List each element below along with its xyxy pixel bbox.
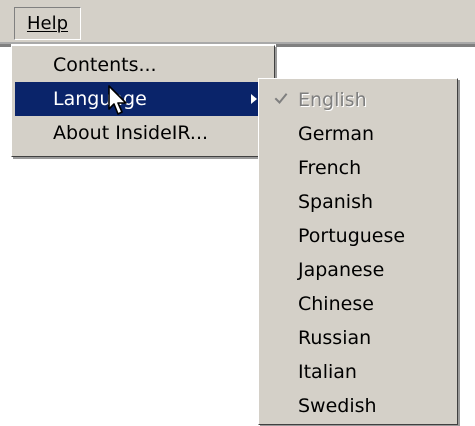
help-menu: Contents... Language About InsideIR... [11, 45, 275, 157]
submenu-item-label: Swedish [298, 395, 377, 417]
submenu-item-label: Chinese [298, 293, 374, 315]
submenu-item-russian[interactable]: Russian [262, 321, 454, 355]
menu-item-label: About InsideIR... [53, 122, 209, 144]
submenu-item-swedish[interactable]: Swedish [262, 389, 454, 423]
submenu-item-label: Portuguese [298, 225, 406, 247]
menu-item-contents[interactable]: Contents... [15, 48, 271, 82]
submenu-item-label: French [298, 157, 362, 179]
submenu-item-label: Russian [298, 327, 372, 349]
submenu-item-french[interactable]: French [262, 151, 454, 185]
submenu-item-german[interactable]: German [262, 117, 454, 151]
help-menu-button[interactable]: Help [14, 7, 81, 40]
menu-item-label: Language [53, 88, 147, 110]
submenu-item-english[interactable]: English [262, 83, 454, 117]
submenu-item-label: German [298, 123, 375, 145]
chevron-right-icon [251, 94, 257, 104]
submenu-item-label: Spanish [298, 191, 374, 213]
submenu-item-portuguese[interactable]: Portuguese [262, 219, 454, 253]
submenu-item-label: Italian [298, 361, 357, 383]
submenu-item-italian[interactable]: Italian [262, 355, 454, 389]
check-icon [274, 93, 288, 104]
submenu-item-label: Japanese [298, 259, 385, 281]
menu-bar: Help [0, 0, 475, 44]
submenu-item-spanish[interactable]: Spanish [262, 185, 454, 219]
submenu-item-label: English [298, 89, 367, 111]
submenu-item-chinese[interactable]: Chinese [262, 287, 454, 321]
menu-bar-divider-left [0, 44, 11, 47]
menu-item-about[interactable]: About InsideIR... [15, 116, 271, 150]
menu-item-language[interactable]: Language [15, 82, 271, 116]
language-submenu: English German French Spanish Portuguese… [258, 78, 458, 425]
submenu-item-japanese[interactable]: Japanese [262, 253, 454, 287]
menu-item-label: Contents... [53, 54, 157, 76]
menu-bar-divider-right [276, 44, 475, 47]
